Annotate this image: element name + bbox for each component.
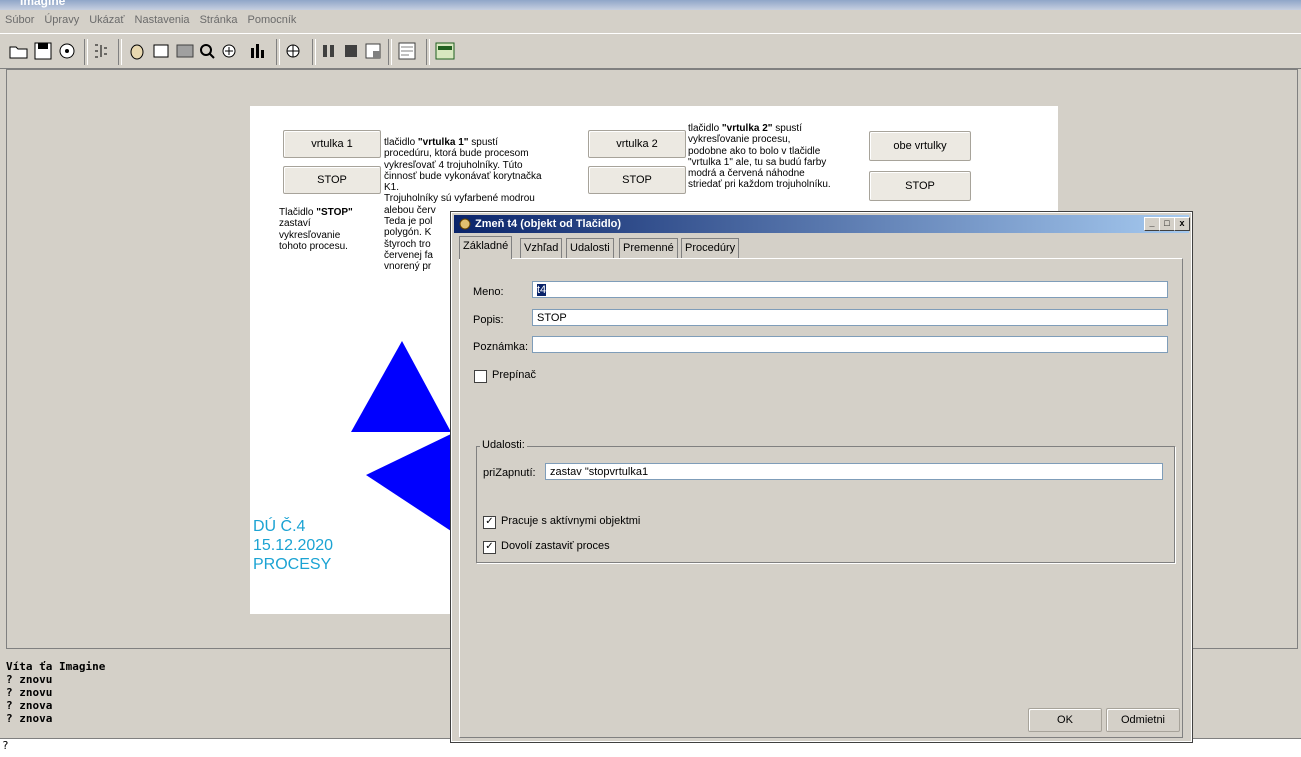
close-icon[interactable]: x <box>1174 217 1190 231</box>
meno-label: Meno: <box>473 286 504 298</box>
properties-dialog: Zmeň t4 (objekt od Tlačidlo) _ □ x Zákla… <box>450 211 1193 743</box>
poznamka-label: Poznámka: <box>473 341 529 353</box>
popis-field[interactable]: STOP <box>532 309 1168 326</box>
stop-note-rest: zastaví vykresľovanie tohoto procesu. <box>279 218 348 252</box>
dialog-title: Zmeň t4 (objekt od Tlačidlo) <box>475 218 622 230</box>
maximize-icon[interactable]: □ <box>1159 217 1175 231</box>
stop-button-3[interactable]: STOP <box>869 171 971 201</box>
settings-icon[interactable] <box>56 40 78 62</box>
command-prompt: ? <box>2 739 9 752</box>
tab-premenne[interactable]: Premenné <box>619 238 678 258</box>
text2-bold: "vrtulka 2" <box>721 123 773 134</box>
tab-panel: Meno: t4 Popis: STOP Poznámka: Prepínač … <box>459 258 1183 738</box>
dovol-checkbox[interactable]: ✓ <box>483 541 496 554</box>
text2-pre: tlačidlo <box>688 123 722 134</box>
dialog-app-icon <box>458 217 472 234</box>
cancel-button[interactable]: Odmietni <box>1106 708 1180 732</box>
popis-label: Popis: <box>473 314 504 326</box>
menu-subor[interactable]: Súbor <box>0 10 39 26</box>
tab-vzhlad[interactable]: Vzhľad <box>520 238 563 258</box>
menu-ukazat[interactable]: Ukázať <box>84 10 129 26</box>
console-line-2: ? znovu <box>6 673 53 686</box>
turtle-icon[interactable] <box>126 40 148 62</box>
window-title: Imagine <box>20 0 66 8</box>
stop-button-1[interactable]: STOP <box>283 166 381 194</box>
console-output: Víta ťa Imagine ? znovu ? znovu ? znova … <box>0 656 455 736</box>
headline-subject: PROCESY <box>253 556 332 573</box>
triangle-top <box>351 341 451 432</box>
menu-pomocnik[interactable]: Pomocník <box>242 10 301 26</box>
menubar: Súbor Úpravy Ukázať Nastavenia Stránka Pomocn… <box>0 10 1301 32</box>
udalosti-group: Udalosti: priZapnutí: zastav "stopvrtulk… <box>476 439 1175 563</box>
text1-pre: tlačidlo <box>384 137 418 148</box>
prepinac-checkbox[interactable] <box>474 370 487 383</box>
menu-nastavenia[interactable]: Nastavenia <box>130 10 195 26</box>
stop-note: Tlačidlo "STOP" zastaví vykresľovanie toh… <box>279 207 369 252</box>
obe-vrtulky-button[interactable]: obe vrtulky <box>869 131 971 161</box>
pause-icon[interactable] <box>318 40 340 62</box>
prepinac-label: Prepínač <box>492 369 537 381</box>
prizapnuti-label: priZapnutí: <box>483 467 536 479</box>
ok-button[interactable]: OK <box>1028 708 1102 732</box>
vrtulka2-description: tlačidlo "vrtulka 2" spustí vykresľovani… <box>688 123 868 191</box>
tab-procedury[interactable]: Procedúry <box>681 238 740 258</box>
menu-stranka[interactable]: Stránka <box>195 10 243 26</box>
panel-icon[interactable] <box>434 40 456 62</box>
vrtulka1-button[interactable]: vrtulka 1 <box>283 130 381 158</box>
stop-note-pre: Tlačidlo <box>279 207 317 218</box>
meno-value: t4 <box>537 284 547 296</box>
prizapnuti-field[interactable]: zastav "stopvrtulka1 <box>545 463 1163 480</box>
rectangle-icon[interactable] <box>174 40 196 62</box>
stop-button-2[interactable]: STOP <box>588 166 686 194</box>
tab-zakladne[interactable]: Základné <box>459 236 513 259</box>
magnifier-icon[interactable] <box>196 40 218 62</box>
triangles <box>351 341 451 531</box>
headline-title: DÚ Č.4 <box>253 518 306 535</box>
button-icon[interactable] <box>150 40 172 62</box>
vrtulka2-button[interactable]: vrtulka 2 <box>588 130 686 158</box>
aktivne-checkbox[interactable]: ✓ <box>483 516 496 529</box>
console-line-4: ? znova <box>6 699 53 712</box>
console-line-3: ? znovu <box>6 686 53 699</box>
triangle-bottom <box>366 434 451 531</box>
menu-upravy[interactable]: Úpravy <box>39 10 84 26</box>
stop-icon[interactable] <box>340 40 362 62</box>
dialog-icon[interactable] <box>396 40 418 62</box>
grid-icon[interactable] <box>90 40 112 62</box>
save-icon[interactable] <box>32 40 54 62</box>
console-line-5: ? znova <box>6 712 53 725</box>
meno-field[interactable]: t4 <box>532 281 1168 298</box>
minimize-icon[interactable]: _ <box>1144 217 1160 231</box>
console-line-1: Víta ťa Imagine <box>6 660 106 673</box>
dovol-label: Dovolí zastaviť proces <box>501 540 610 552</box>
dialog-titlebar[interactable]: Zmeň t4 (objekt od Tlačidlo) _ □ x <box>454 215 1190 234</box>
text1-bold: "vrtulka 1" <box>417 137 469 148</box>
chart-icon[interactable] <box>248 40 270 62</box>
wrench-icon[interactable] <box>282 40 304 62</box>
tab-udalosti[interactable]: Udalosti <box>566 238 614 258</box>
toolbar <box>0 33 1301 69</box>
open-folder-icon[interactable] <box>8 40 30 62</box>
slider-icon[interactable] <box>220 40 242 62</box>
aktivne-label: Pracuje s aktívnymi objektmi <box>501 515 641 527</box>
stop-note-bold: "STOP" <box>316 207 353 218</box>
window-icon[interactable] <box>362 40 384 62</box>
udalosti-label: Udalosti: <box>480 439 527 451</box>
headline-date: 15.12.2020 <box>253 537 334 554</box>
poznamka-field[interactable] <box>532 336 1168 353</box>
window-titlebar: Imagine <box>0 0 1301 10</box>
